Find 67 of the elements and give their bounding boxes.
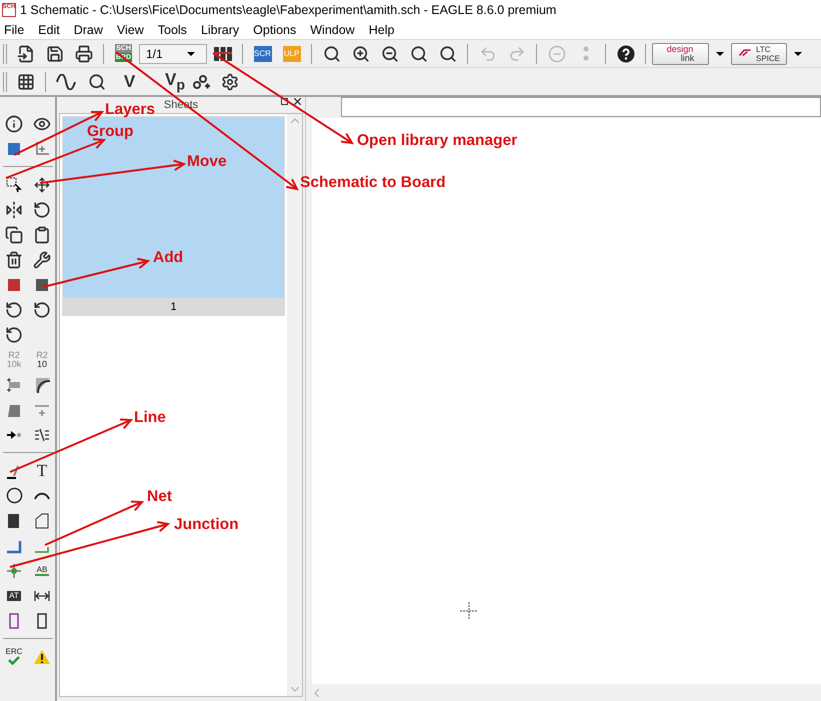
erc-button[interactable]: ERC bbox=[6, 648, 22, 665]
close-icon[interactable] bbox=[294, 98, 301, 105]
menu-item[interactable]: Library bbox=[200, 22, 240, 36]
menu-item[interactable]: View bbox=[116, 22, 144, 36]
annotation-label: Layers bbox=[105, 101, 155, 119]
menu-item[interactable]: Window bbox=[310, 22, 355, 36]
annotation-label: Line bbox=[134, 409, 166, 427]
value-tool-button[interactable]: R2 10 bbox=[36, 350, 48, 368]
paste-icon[interactable] bbox=[33, 226, 51, 244]
sheet-label[interactable]: 1 bbox=[62, 299, 285, 316]
menu-item[interactable]: Tools bbox=[158, 22, 187, 36]
align-icon[interactable] bbox=[34, 426, 50, 442]
menu-item[interactable]: Options bbox=[253, 22, 296, 36]
sheet-thumbnail[interactable] bbox=[62, 116, 285, 299]
label-tool-button[interactable]: AB bbox=[34, 566, 50, 576]
help-icon[interactable] bbox=[616, 44, 634, 62]
ltc-spice-button[interactable]: LTC SPICE bbox=[731, 42, 787, 64]
net-class-icon[interactable] bbox=[192, 72, 210, 90]
zoom-fit-icon[interactable] bbox=[322, 44, 340, 62]
voltage-probe-button[interactable]: V bbox=[124, 72, 136, 92]
save-icon[interactable] bbox=[46, 44, 64, 62]
delete-icon[interactable] bbox=[5, 250, 23, 268]
zoom-in-icon[interactable] bbox=[352, 44, 370, 62]
zoom-out-icon[interactable] bbox=[380, 44, 398, 62]
info-icon[interactable] bbox=[5, 114, 23, 132]
warning-icon[interactable] bbox=[33, 648, 51, 664]
mark-icon[interactable] bbox=[34, 140, 50, 156]
import-icon[interactable] bbox=[16, 44, 34, 62]
sheet-dropdown[interactable]: 1/1 bbox=[139, 44, 207, 64]
command-field[interactable] bbox=[341, 97, 821, 117]
settings-icon[interactable] bbox=[220, 72, 238, 90]
annotation-label: Move bbox=[187, 153, 227, 171]
menu-item[interactable]: Draw bbox=[74, 22, 103, 36]
wrench-icon[interactable] bbox=[33, 250, 51, 268]
menu-item[interactable]: Help bbox=[368, 22, 394, 36]
rotate-icon[interactable] bbox=[33, 200, 51, 218]
attribute-tool-button[interactable]: AT bbox=[7, 590, 21, 600]
annotation-label: Open library manager bbox=[357, 132, 518, 150]
window-title: 1 Schematic - C:\Users\Fice\Documents\eagle\Fabexperiment\amith.sch - EAGLE 8.6.0 premium bbox=[20, 3, 556, 17]
annotation-label: Group bbox=[87, 123, 134, 141]
differential-probe-button[interactable]: V$_{p}$ bbox=[165, 70, 185, 94]
rectangle-icon[interactable] bbox=[6, 512, 22, 528]
copy-icon[interactable] bbox=[5, 226, 23, 244]
miter-icon[interactable] bbox=[34, 376, 50, 392]
crosshair-cursor-icon bbox=[460, 602, 478, 620]
menu-item[interactable]: File bbox=[4, 22, 24, 36]
group-icon[interactable] bbox=[6, 176, 22, 192]
design-link-button[interactable]: design link bbox=[652, 42, 709, 64]
script-button[interactable]: SCR bbox=[254, 46, 272, 62]
grid-icon[interactable] bbox=[16, 72, 34, 90]
text-tool-button[interactable]: T bbox=[36, 462, 48, 479]
move-icon[interactable] bbox=[34, 176, 50, 192]
library-icon[interactable] bbox=[212, 46, 232, 62]
junction-icon[interactable] bbox=[6, 562, 22, 578]
float-icon[interactable] bbox=[281, 98, 288, 105]
line-icon[interactable] bbox=[6, 462, 22, 478]
sine-wave-icon[interactable] bbox=[56, 74, 76, 90]
polygon-icon[interactable] bbox=[34, 512, 50, 528]
annotation-label: Junction bbox=[174, 516, 239, 534]
annotation-label: Add bbox=[153, 249, 184, 267]
annotation-label: Net bbox=[147, 488, 172, 506]
menu-item[interactable]: Edit bbox=[38, 22, 60, 36]
mirror-icon[interactable] bbox=[5, 200, 23, 218]
circle-icon[interactable] bbox=[6, 487, 22, 504]
annotation-label: Schematic to Board bbox=[300, 174, 446, 192]
dots-icon[interactable] bbox=[582, 46, 588, 62]
print-icon[interactable] bbox=[74, 44, 92, 62]
